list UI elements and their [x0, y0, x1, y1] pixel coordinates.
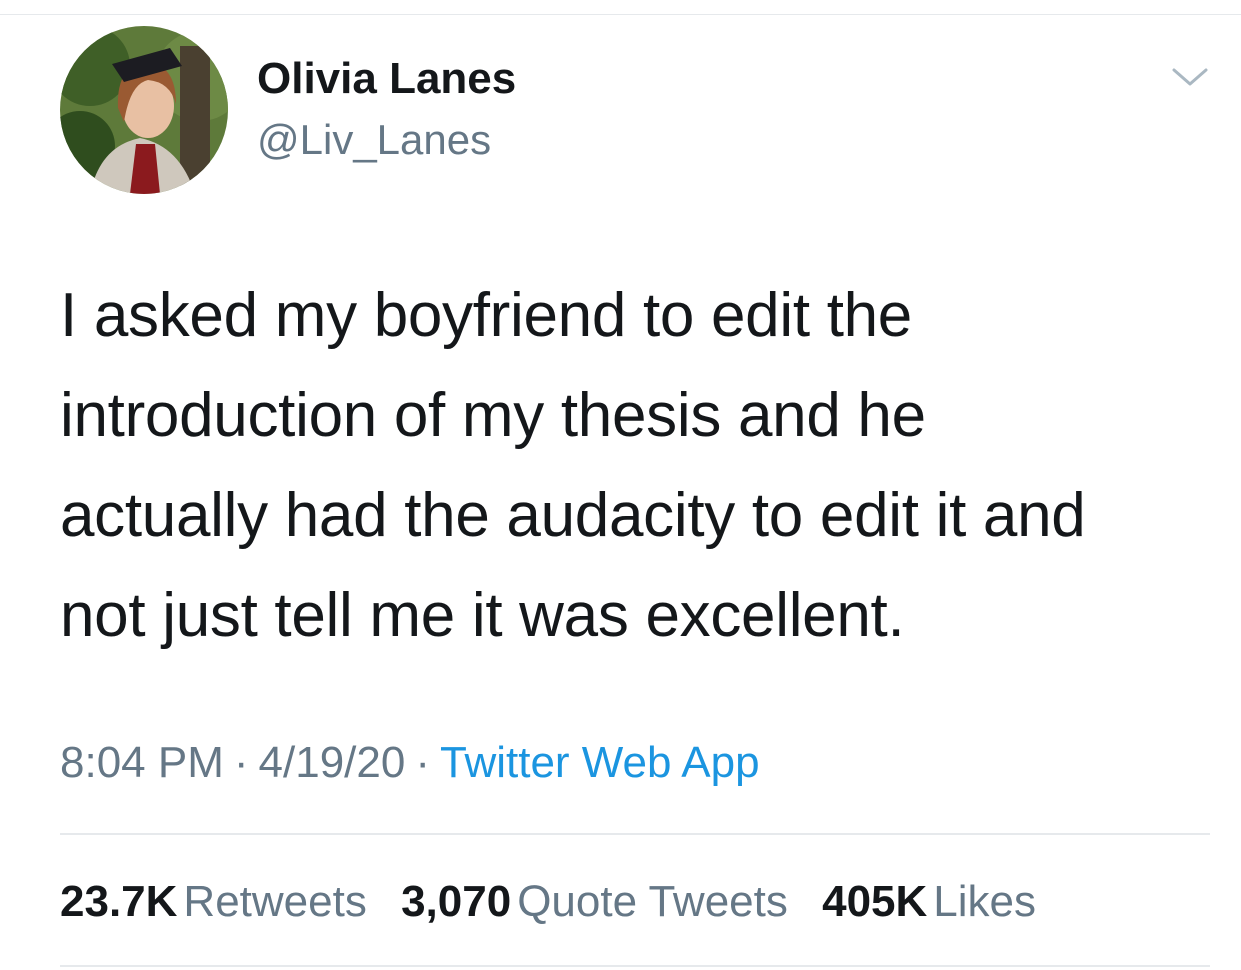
tweet-date[interactable]: 4/19/20: [259, 738, 406, 787]
tweet-text-line: not just tell me it was excellent.: [60, 581, 905, 650]
bottom-divider: [60, 965, 1210, 967]
top-divider: [0, 14, 1241, 15]
avatar[interactable]: [60, 26, 228, 194]
stats-divider: [60, 833, 1210, 835]
display-name[interactable]: Olivia Lanes: [257, 53, 516, 105]
tweet-text-line: introduction of my thesis and he: [60, 381, 926, 450]
likes-stat[interactable]: 405K Likes: [822, 877, 1036, 926]
quote-tweets-count: 3,070: [401, 877, 512, 926]
retweets-label: Retweets: [183, 877, 367, 926]
separator: ·: [233, 738, 249, 787]
tweet-text: I asked my boyfriend to edit the introdu…: [60, 266, 1210, 666]
username-handle[interactable]: @Liv_Lanes: [257, 114, 491, 166]
avatar-photo: [60, 26, 228, 194]
likes-label: Likes: [933, 877, 1037, 926]
tweet-time[interactable]: 8:04 PM: [60, 738, 224, 787]
likes-count: 405K: [822, 877, 928, 926]
chevron-down-icon[interactable]: [1166, 62, 1214, 94]
engagement-stats: 23.7K Retweets 3,070 Quote Tweets 405K Like…: [60, 874, 1058, 930]
tweet-metadata: 8:04 PM · 4/19/20 · Twitter Web App: [60, 735, 760, 791]
separator: ·: [415, 738, 430, 787]
quote-tweets-stat[interactable]: 3,070 Quote Tweets: [401, 877, 788, 926]
quote-tweets-label: Quote Tweets: [517, 877, 788, 926]
retweets-stat[interactable]: 23.7K Retweets: [60, 877, 367, 926]
tweet-source-link[interactable]: Twitter Web App: [440, 738, 760, 787]
tweet-text-line: I asked my boyfriend to edit the: [60, 281, 912, 350]
tweet-text-line: actually had the audacity to edit it and: [60, 481, 1086, 550]
retweets-count: 23.7K: [60, 877, 178, 926]
